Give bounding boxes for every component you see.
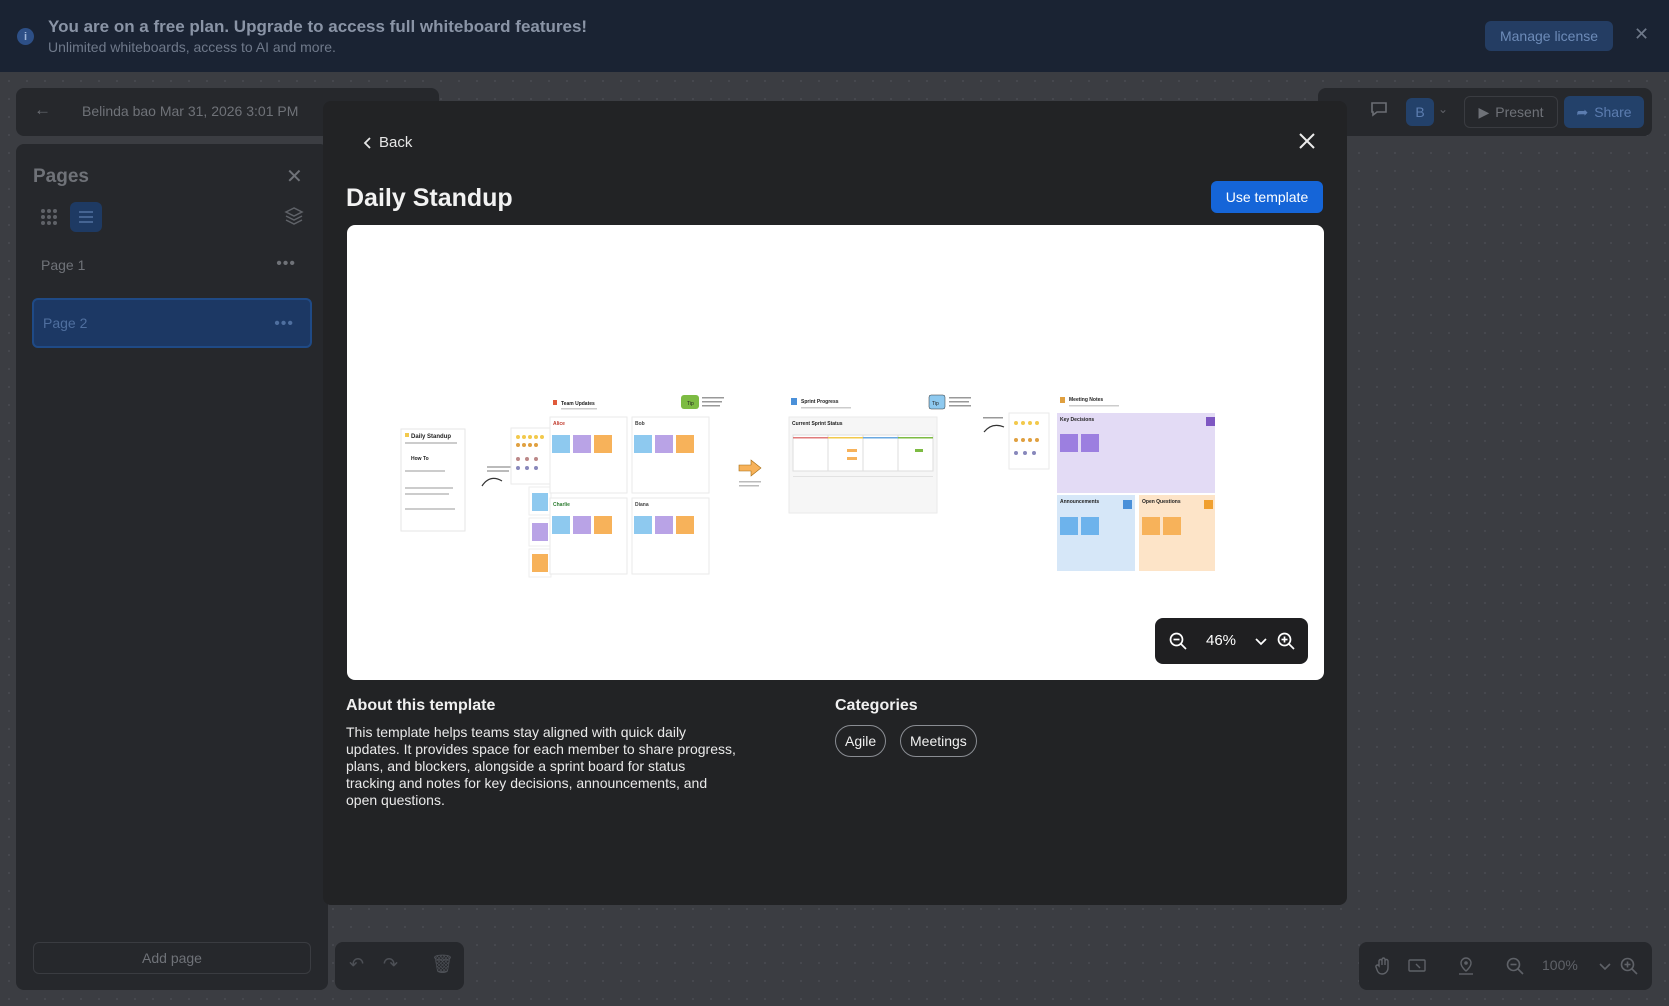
- intro-title: Daily Standup: [411, 434, 451, 440]
- chevron-down-icon[interactable]: [1595, 956, 1615, 976]
- back-label: Back: [379, 134, 413, 151]
- open-questions-title: Open Questions: [1142, 499, 1181, 505]
- page-item-2[interactable]: Page 2 •••: [32, 298, 312, 348]
- hand-tool-icon[interactable]: [1373, 956, 1393, 976]
- template-title: Daily Standup: [346, 184, 513, 212]
- list-view-icon[interactable]: [70, 202, 102, 232]
- trash-icon[interactable]: 🗑: [431, 954, 454, 975]
- category-chip-meetings[interactable]: Meetings: [900, 725, 977, 757]
- tip-2-label: Tip: [932, 401, 939, 407]
- team-updates-title: Team Updates: [561, 401, 595, 407]
- category-chip-agile[interactable]: Agile: [835, 725, 887, 757]
- member-card-diana: Diana: [631, 497, 710, 575]
- banner-title: You are on a free plan. Upgrade to acces…: [48, 17, 588, 36]
- grid-view-icon[interactable]: [40, 208, 58, 226]
- banner-subtitle: Unlimited whiteboards, access to AI and …: [48, 39, 336, 55]
- close-modal-icon[interactable]: [1298, 132, 1316, 150]
- key-decisions-title: Key Decisions: [1060, 417, 1094, 423]
- arrow-right-icon: [738, 459, 762, 477]
- undo-icon[interactable]: ↶: [349, 954, 364, 975]
- back-button[interactable]: Back: [363, 134, 412, 151]
- manage-license-button[interactable]: Manage license: [1485, 21, 1613, 51]
- meeting-notes-title: Meeting Notes: [1069, 397, 1103, 403]
- zoom-out-icon[interactable]: [1505, 956, 1525, 976]
- chevron-down-icon[interactable]: ⌄: [1438, 102, 1448, 116]
- avatar[interactable]: B: [1406, 98, 1434, 126]
- upgrade-banner: i You are on a free plan. Upgrade to acc…: [0, 0, 1669, 72]
- close-banner-icon[interactable]: ✕: [1634, 24, 1649, 45]
- more-options-icon[interactable]: •••: [276, 255, 296, 273]
- member-name: Alice: [553, 421, 565, 427]
- share-button[interactable]: ➦ Share: [1564, 96, 1644, 128]
- redo-icon[interactable]: ↷: [383, 954, 398, 975]
- arrow-2: [983, 424, 1005, 433]
- preview-board: Daily Standup How To Team Updates Tip Al…: [400, 394, 1215, 578]
- about-heading: About this template: [346, 697, 496, 714]
- share-label: Share: [1594, 104, 1632, 120]
- current-status-title: Current Sprint Status: [792, 421, 843, 427]
- template-modal: Back Daily Standup Use template Daily St…: [323, 101, 1347, 905]
- sprint-progress-title: Sprint Progress: [801, 399, 839, 405]
- intro-card: Daily Standup How To: [400, 428, 466, 532]
- present-button[interactable]: ▶ Present: [1464, 96, 1558, 128]
- document-title[interactable]: Belinda bao Mar 31, 2026 3:01 PM: [82, 103, 298, 119]
- use-template-button[interactable]: Use template: [1211, 181, 1323, 213]
- tip-1-label: Tip: [687, 401, 694, 407]
- chevron-down-icon[interactable]: [1251, 631, 1271, 651]
- preview-zoom-control: 46%: [1155, 618, 1308, 664]
- pages-panel: Pages ✕ Page 1 ••• Page 2 ••• Add page: [16, 144, 328, 990]
- member-name: Charlie: [553, 502, 570, 508]
- page-item-1[interactable]: Page 1 •••: [32, 240, 312, 290]
- info-icon: i: [17, 28, 34, 45]
- present-label: Present: [1495, 104, 1544, 120]
- announcements-title: Announcements: [1060, 499, 1099, 505]
- page-item-label: Page 2: [43, 315, 88, 331]
- about-text: This template helps teams stay aligned w…: [346, 724, 736, 808]
- page-item-label: Page 1: [41, 257, 86, 273]
- key-decisions-card: Key Decisions: [1057, 413, 1215, 493]
- layers-icon[interactable]: [284, 206, 304, 226]
- open-questions-card: Open Questions: [1139, 495, 1215, 571]
- play-icon: ▶: [1478, 103, 1490, 120]
- member-card-charlie: Charlie: [549, 497, 628, 575]
- zoom-level[interactable]: 100%: [1542, 957, 1578, 973]
- preview-zoom-level[interactable]: 46%: [1206, 632, 1236, 649]
- canvas-zoom-toolbar: 100%: [1359, 942, 1652, 990]
- chevron-left-icon: [363, 136, 371, 149]
- undo-redo-toolbar: ↶ ↷ 🗑: [335, 942, 464, 990]
- back-arrow-icon[interactable]: ←: [34, 100, 51, 120]
- top-right-toolbar: B ⌄ ▶ Present ➦ Share: [1318, 88, 1652, 136]
- member-name: Diana: [635, 502, 649, 508]
- add-page-button[interactable]: Add page: [33, 942, 311, 974]
- more-options-icon[interactable]: •••: [274, 315, 294, 333]
- zoom-in-icon[interactable]: [1276, 631, 1296, 651]
- pages-title: Pages: [33, 166, 89, 187]
- present-mode-icon[interactable]: [1407, 956, 1427, 976]
- location-icon[interactable]: [1456, 956, 1476, 976]
- announcements-card: Announcements: [1057, 495, 1135, 571]
- template-preview[interactable]: Daily Standup How To Team Updates Tip Al…: [347, 225, 1324, 680]
- close-pages-icon[interactable]: ✕: [286, 164, 303, 189]
- member-card-bob: Bob: [631, 416, 710, 494]
- categories-heading: Categories: [835, 697, 918, 714]
- how-to-title: How To: [411, 456, 429, 462]
- zoom-out-icon[interactable]: [1168, 631, 1188, 651]
- member-name: Bob: [635, 421, 645, 427]
- comment-icon[interactable]: [1370, 100, 1388, 118]
- member-card-alice: Alice: [549, 416, 628, 494]
- zoom-in-icon[interactable]: [1619, 956, 1639, 976]
- arrow-1: [481, 477, 503, 487]
- share-icon: ➦: [1576, 103, 1589, 120]
